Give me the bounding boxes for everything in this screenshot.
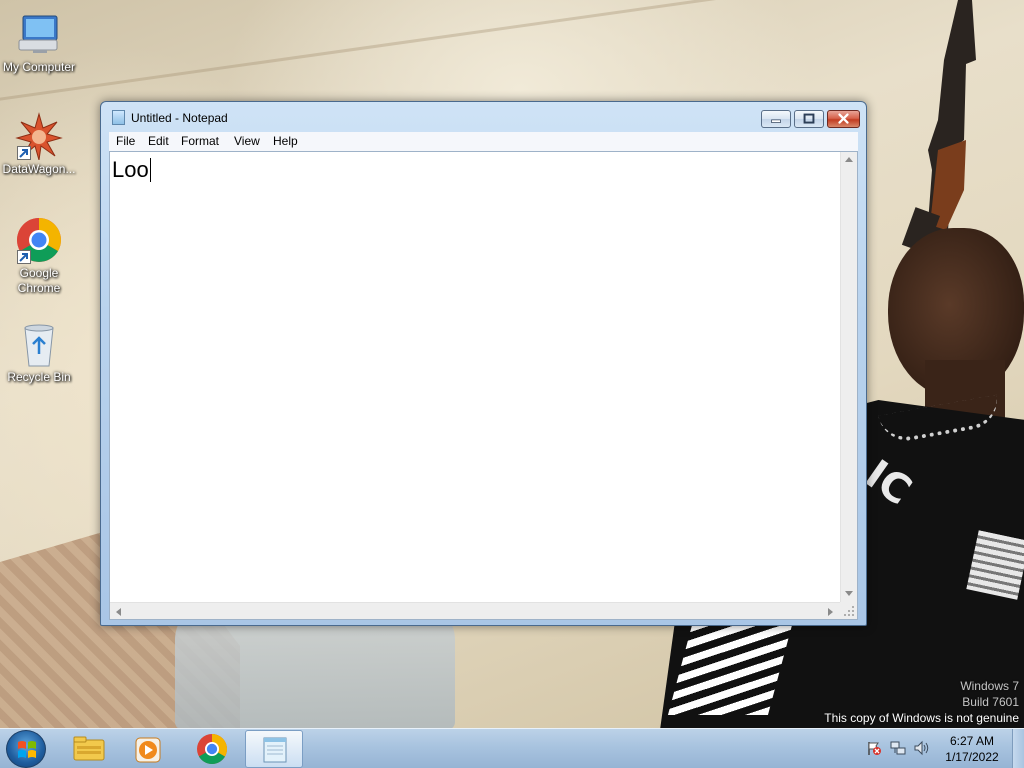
desktop-icon-label: Google Chrome: [17, 266, 61, 295]
taskbar-windows-explorer[interactable]: [60, 730, 118, 768]
clock-date: 1/17/2022: [945, 750, 999, 764]
shortcut-arrow-icon: [17, 146, 31, 160]
scroll-up-icon[interactable]: [845, 157, 853, 163]
menu-bar: File Edit Format View Help: [109, 132, 858, 151]
watermark-build: Build 7601: [962, 695, 1019, 709]
taskbar-chrome[interactable]: [183, 730, 241, 768]
datawagon-icon: [15, 112, 63, 161]
menu-help[interactable]: Help: [271, 134, 300, 148]
vertical-scrollbar[interactable]: [840, 152, 857, 602]
desktop-icon-label: DataWagon...: [2, 162, 76, 176]
taskbar-clock[interactable]: 6:27 AM 1/17/2022: [936, 733, 1008, 765]
watermark-genuine-notice: This copy of Windows is not genuine: [824, 711, 1019, 725]
close-icon: [838, 113, 849, 124]
text-editor-area[interactable]: Loo: [109, 151, 858, 620]
start-button[interactable]: [6, 730, 46, 768]
desktop-icon-label: My Computer: [2, 60, 76, 74]
window-title: Untitled - Notepad: [131, 111, 228, 125]
menu-edit[interactable]: Edit: [146, 134, 171, 148]
editor-text[interactable]: Loo: [112, 157, 151, 183]
wallpaper-ceiling-line: [0, 0, 856, 106]
taskbar-notepad-active[interactable]: [245, 730, 303, 768]
volume-icon[interactable]: [914, 740, 930, 756]
scroll-right-icon[interactable]: [828, 608, 834, 616]
notepad-window[interactable]: Untitled - Notepad File Edit Format View…: [100, 101, 867, 626]
menu-file[interactable]: File: [114, 134, 137, 148]
clock-time: 6:27 AM: [949, 734, 995, 748]
desktop-icon-my-computer[interactable]: My Computer: [0, 10, 78, 75]
recycle-bin-icon: [15, 320, 63, 368]
windows-explorer-icon: [73, 736, 105, 761]
desktop-icon-recycle-bin[interactable]: Recycle Bin: [0, 320, 78, 385]
computer-icon: [15, 10, 63, 58]
windows-watermark: Windows 7 Build 7601 This copy of Window…: [824, 678, 1019, 726]
resize-grip-icon[interactable]: [840, 602, 857, 619]
taskbar: 6:27 AM 1/17/2022: [0, 728, 1024, 768]
show-desktop-button[interactable]: [1012, 729, 1024, 768]
menu-format[interactable]: Format: [179, 134, 221, 148]
chrome-icon: [197, 734, 228, 765]
window-titlebar[interactable]: Untitled - Notepad: [101, 102, 866, 132]
media-player-icon: [135, 737, 161, 763]
desktop-icon-google-chrome[interactable]: Google Chrome: [0, 216, 78, 296]
windows-logo-icon: [18, 741, 36, 758]
editor-content: Loo: [112, 157, 149, 182]
maximize-button[interactable]: [794, 110, 824, 128]
maximize-icon: [803, 113, 815, 124]
horizontal-scrollbar[interactable]: [110, 602, 840, 619]
network-icon[interactable]: [890, 740, 906, 756]
desktop-icon-label: Recycle Bin: [7, 370, 71, 384]
shortcut-arrow-icon: [17, 250, 31, 264]
action-center-flag-icon[interactable]: [866, 740, 882, 756]
taskbar-media-player[interactable]: [120, 730, 178, 768]
minimize-button[interactable]: [761, 110, 791, 128]
minimize-icon: [771, 119, 781, 123]
notepad-icon: [112, 110, 125, 125]
watermark-os: Windows 7: [960, 679, 1019, 693]
menu-view[interactable]: View: [232, 134, 262, 148]
scroll-left-icon[interactable]: [116, 608, 122, 616]
notepad-icon: [263, 737, 287, 763]
close-button[interactable]: [827, 110, 860, 128]
scroll-down-icon[interactable]: [845, 591, 853, 597]
desktop-icon-datawagon[interactable]: DataWagon...: [0, 112, 78, 177]
chrome-icon: [15, 216, 63, 264]
text-caret: [149, 158, 151, 182]
